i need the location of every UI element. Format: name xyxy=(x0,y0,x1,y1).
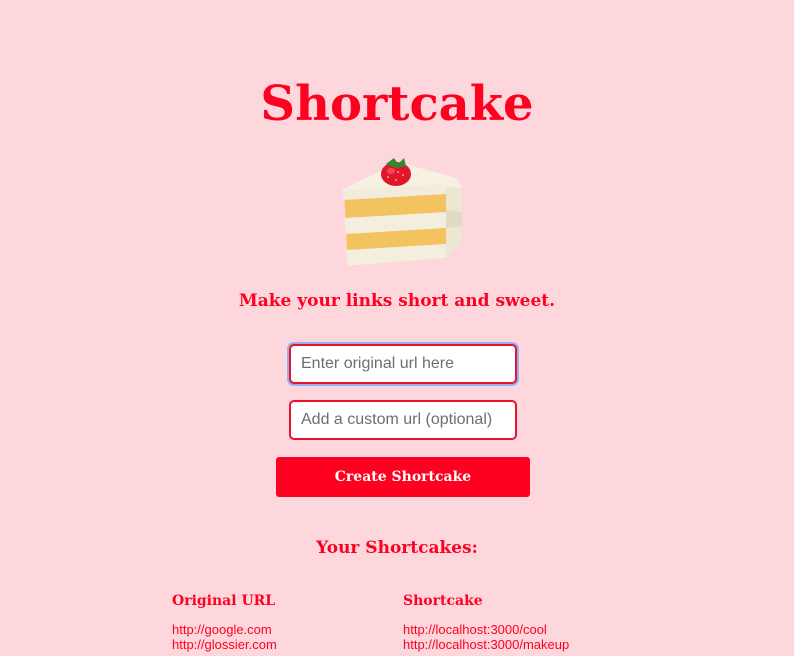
original-url-input[interactable] xyxy=(289,344,517,384)
shortcake-link[interactable]: http://localhost:3000/cool xyxy=(403,622,569,637)
page-title: Shortcake xyxy=(260,76,534,133)
tagline: Make your links short and sweet. xyxy=(238,291,556,311)
strawberry-shortcake-icon xyxy=(338,150,468,270)
custom-url-input[interactable] xyxy=(289,400,517,440)
shortcake-column: Shortcake http://localhost:3000/cool htt… xyxy=(403,590,569,652)
shortcake-header: Shortcake xyxy=(403,593,483,609)
original-url-link[interactable]: http://glossier.com xyxy=(172,637,277,652)
original-url-column: Original URL http://google.com http://gl… xyxy=(172,590,277,652)
shortcakes-section-title: Your Shortcakes: xyxy=(316,538,478,558)
create-shortcake-button[interactable]: Create Shortcake xyxy=(276,457,530,497)
shortcake-link[interactable]: http://localhost:3000/makeup xyxy=(403,637,569,652)
original-url-link[interactable]: http://google.com xyxy=(172,622,277,637)
original-url-header: Original URL xyxy=(172,593,276,609)
